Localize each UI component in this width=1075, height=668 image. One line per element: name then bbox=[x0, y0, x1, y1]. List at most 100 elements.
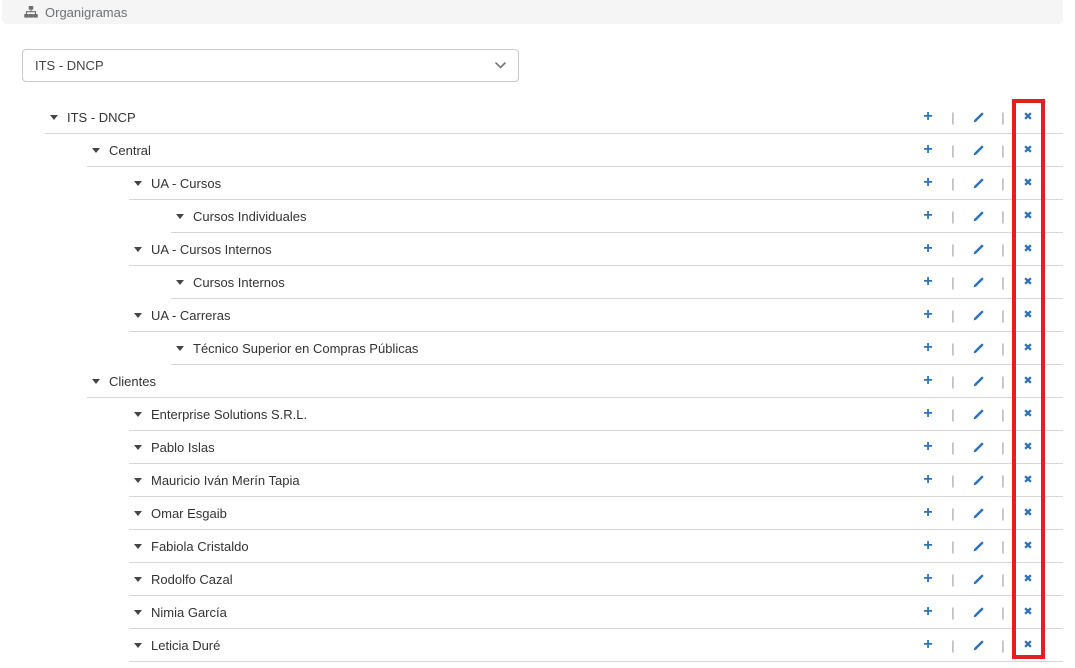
edit-node-button[interactable] bbox=[970, 210, 986, 223]
add-node-button[interactable]: + bbox=[920, 109, 936, 125]
delete-node-button[interactable]: ✖ bbox=[1020, 508, 1036, 519]
add-node-button[interactable]: + bbox=[920, 241, 936, 257]
action-separator: | bbox=[995, 341, 1011, 356]
caret-down-icon[interactable] bbox=[134, 643, 142, 648]
add-node-button[interactable]: + bbox=[920, 472, 936, 488]
delete-node-button[interactable]: ✖ bbox=[1020, 442, 1036, 453]
tree-row-label: Fabiola Cristaldo bbox=[151, 539, 249, 554]
action-separator: | bbox=[995, 143, 1011, 158]
delete-node-button[interactable]: ✖ bbox=[1020, 310, 1036, 321]
action-separator: | bbox=[945, 374, 961, 389]
caret-down-icon[interactable] bbox=[134, 445, 142, 450]
edit-node-button[interactable] bbox=[970, 474, 986, 487]
edit-node-button[interactable] bbox=[970, 111, 986, 124]
action-separator: | bbox=[995, 110, 1011, 125]
add-node-button[interactable]: + bbox=[920, 340, 936, 356]
row-actions: + | | ✖ bbox=[920, 142, 1036, 158]
edit-node-button[interactable] bbox=[970, 276, 986, 289]
edit-node-button[interactable] bbox=[970, 507, 986, 520]
edit-node-button[interactable] bbox=[970, 177, 986, 190]
caret-down-icon[interactable] bbox=[134, 610, 142, 615]
tree-row: UA - Carreras + | | ✖ bbox=[129, 299, 1063, 332]
edit-node-button[interactable] bbox=[970, 408, 986, 421]
action-separator: | bbox=[995, 572, 1011, 587]
edit-node-button[interactable] bbox=[970, 375, 986, 388]
caret-down-icon[interactable] bbox=[50, 115, 58, 120]
delete-node-button[interactable]: ✖ bbox=[1020, 178, 1036, 189]
action-separator: | bbox=[945, 539, 961, 554]
delete-node-button[interactable]: ✖ bbox=[1020, 244, 1036, 255]
caret-down-icon[interactable] bbox=[134, 544, 142, 549]
row-actions: + | | ✖ bbox=[920, 406, 1036, 422]
caret-down-icon[interactable] bbox=[134, 313, 142, 318]
action-separator: | bbox=[945, 242, 961, 257]
edit-node-button[interactable] bbox=[970, 441, 986, 454]
add-node-button[interactable]: + bbox=[920, 604, 936, 620]
delete-node-button[interactable]: ✖ bbox=[1020, 475, 1036, 486]
delete-node-button[interactable]: ✖ bbox=[1020, 607, 1036, 618]
tree-row: Fabiola Cristaldo + | | ✖ bbox=[129, 530, 1063, 563]
caret-down-icon[interactable] bbox=[134, 247, 142, 252]
tree-row: Técnico Superior en Compras Públicas + |… bbox=[171, 332, 1063, 365]
caret-down-icon[interactable] bbox=[92, 148, 100, 153]
row-actions: + | | ✖ bbox=[920, 538, 1036, 554]
caret-down-icon[interactable] bbox=[176, 280, 184, 285]
edit-node-button[interactable] bbox=[970, 144, 986, 157]
delete-node-button[interactable]: ✖ bbox=[1020, 277, 1036, 288]
edit-node-button[interactable] bbox=[970, 342, 986, 355]
add-node-button[interactable]: + bbox=[920, 373, 936, 389]
caret-down-icon[interactable] bbox=[134, 478, 142, 483]
row-actions: + | | ✖ bbox=[920, 472, 1036, 488]
edit-node-button[interactable] bbox=[970, 606, 986, 619]
add-node-button[interactable]: + bbox=[920, 208, 936, 224]
delete-node-button[interactable]: ✖ bbox=[1020, 343, 1036, 354]
row-actions: + | | ✖ bbox=[920, 637, 1036, 653]
tree-row: Mauricio Iván Merín Tapia + | | ✖ bbox=[129, 464, 1063, 497]
delete-node-button[interactable]: ✖ bbox=[1020, 574, 1036, 585]
edit-node-button[interactable] bbox=[970, 309, 986, 322]
caret-down-icon[interactable] bbox=[92, 379, 100, 384]
organigrama-select[interactable]: ITS - DNCP bbox=[22, 49, 519, 82]
delete-node-button[interactable]: ✖ bbox=[1020, 409, 1036, 420]
tree-row: Omar Esgaib + | | ✖ bbox=[129, 497, 1063, 530]
add-node-button[interactable]: + bbox=[920, 175, 936, 191]
caret-down-icon[interactable] bbox=[176, 346, 184, 351]
caret-down-icon[interactable] bbox=[134, 412, 142, 417]
add-node-button[interactable]: + bbox=[920, 571, 936, 587]
action-separator: | bbox=[995, 308, 1011, 323]
action-separator: | bbox=[995, 473, 1011, 488]
edit-node-button[interactable] bbox=[970, 573, 986, 586]
action-separator: | bbox=[995, 176, 1011, 191]
delete-node-button[interactable]: ✖ bbox=[1020, 211, 1036, 222]
caret-down-icon[interactable] bbox=[134, 577, 142, 582]
add-node-button[interactable]: + bbox=[920, 505, 936, 521]
delete-node-button[interactable]: ✖ bbox=[1020, 112, 1036, 123]
caret-down-icon[interactable] bbox=[134, 181, 142, 186]
add-node-button[interactable]: + bbox=[920, 307, 936, 323]
row-actions: + | | ✖ bbox=[920, 571, 1036, 587]
tree-row-label: Leticia Duré bbox=[151, 638, 220, 653]
delete-node-button[interactable]: ✖ bbox=[1020, 640, 1036, 651]
row-actions: + | | ✖ bbox=[920, 439, 1036, 455]
action-separator: | bbox=[945, 572, 961, 587]
edit-node-button[interactable] bbox=[970, 243, 986, 256]
caret-down-icon[interactable] bbox=[176, 214, 184, 219]
add-node-button[interactable]: + bbox=[920, 142, 936, 158]
action-separator: | bbox=[945, 308, 961, 323]
edit-node-button[interactable] bbox=[970, 639, 986, 652]
organigramas-page: Organigramas ITS - DNCP ITS - DNCP + | | bbox=[0, 0, 1075, 668]
tree-row: Cursos Individuales + | | ✖ bbox=[171, 200, 1063, 233]
org-tree: ITS - DNCP + | | ✖ Central + | bbox=[0, 101, 1063, 662]
delete-node-button[interactable]: ✖ bbox=[1020, 541, 1036, 552]
add-node-button[interactable]: + bbox=[920, 538, 936, 554]
add-node-button[interactable]: + bbox=[920, 406, 936, 422]
caret-down-icon[interactable] bbox=[134, 511, 142, 516]
edit-node-button[interactable] bbox=[970, 540, 986, 553]
add-node-button[interactable]: + bbox=[920, 637, 936, 653]
page-title: Organigramas bbox=[45, 5, 127, 20]
delete-node-button[interactable]: ✖ bbox=[1020, 376, 1036, 387]
action-separator: | bbox=[945, 473, 961, 488]
delete-node-button[interactable]: ✖ bbox=[1020, 145, 1036, 156]
add-node-button[interactable]: + bbox=[920, 439, 936, 455]
add-node-button[interactable]: + bbox=[920, 274, 936, 290]
